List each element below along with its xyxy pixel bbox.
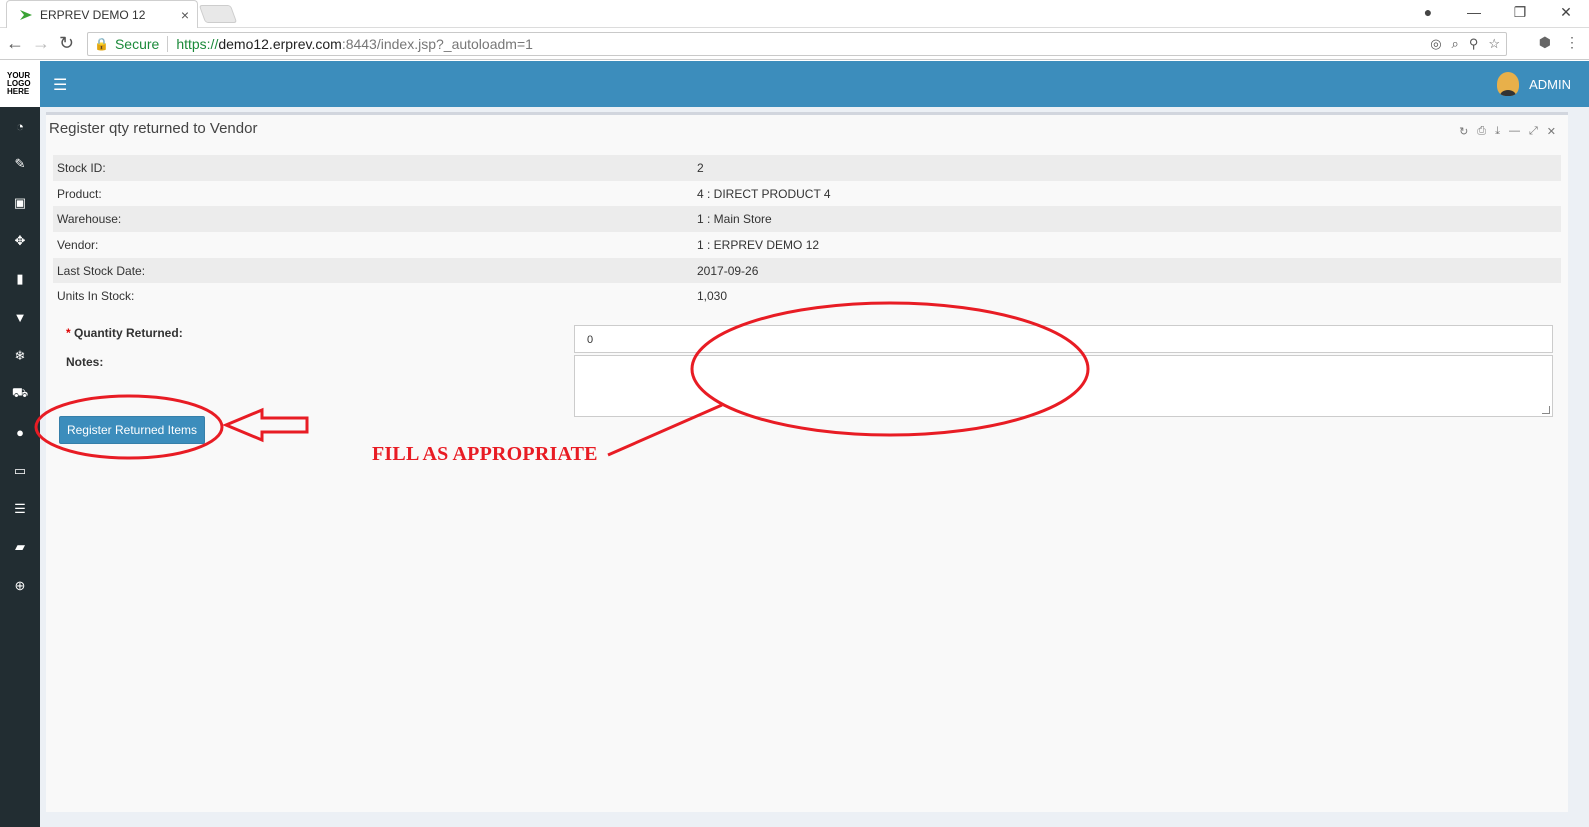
- logo[interactable]: YOUR LOGO HERE: [0, 61, 40, 107]
- register-returned-items-button[interactable]: Register Returned Items: [59, 416, 205, 444]
- stock-details-table: Stock ID: 2 Product: 4 : DIRECT PRODUCT …: [53, 155, 1561, 309]
- close-window-icon[interactable]: ✕: [1543, 4, 1589, 21]
- print-icon[interactable]: ⎙: [1477, 125, 1486, 138]
- detail-label: Stock ID:: [53, 155, 693, 181]
- lock-icon: 🔒: [94, 37, 109, 51]
- detail-label: Last Stock Date:: [53, 257, 693, 284]
- bookmark-star-icon[interactable]: ☆: [1488, 36, 1500, 52]
- sidebar: YOUR LOGO HERE ◔ ✎ ▣ ✥ ▮ ▼ ❄ ⛟ ● ▭ ☰ ▰ ⊕: [0, 61, 40, 827]
- browser-toolbar: ← → ↻ 🔒 Secure https:// demo12.erprev.co…: [0, 28, 1589, 60]
- tab-title: ERPREV DEMO 12: [40, 7, 146, 22]
- annotation-text: FILL AS APPROPRIATE: [372, 443, 598, 465]
- profile-icon[interactable]: ●: [1405, 4, 1451, 20]
- detail-label: Vendor:: [57, 237, 99, 252]
- window-controls: ● — ❐ ✕: [1405, 0, 1589, 24]
- notes-textarea[interactable]: [574, 355, 1553, 417]
- detail-label: Units In Stock:: [57, 289, 135, 304]
- main-content: Register qty returned to Vendor ↻ ⎙ ⤓ — …: [40, 107, 1589, 827]
- detail-label: Warehouse:: [53, 206, 693, 233]
- app-header: ☰ ADMIN: [40, 61, 1589, 107]
- tab-close-icon[interactable]: ×: [181, 7, 189, 23]
- snowflake-icon[interactable]: ❄: [0, 337, 40, 375]
- table-row: Warehouse: 1 : Main Store: [53, 206, 1561, 233]
- secure-label: Secure: [114, 36, 160, 52]
- detail-value: 1,030: [697, 289, 728, 304]
- detail-value: 2017-09-26: [693, 257, 1561, 284]
- panel-tools: ↻ ⎙ ⤓ — ⤢ ✕: [1459, 125, 1556, 138]
- erprev-favicon-icon: [20, 9, 32, 20]
- user-menu[interactable]: ADMIN: [1497, 72, 1571, 96]
- extension-icon[interactable]: ⚲: [1469, 36, 1479, 52]
- required-marker: *: [66, 326, 71, 340]
- download-icon[interactable]: ⤓: [1495, 125, 1500, 138]
- logo-text: YOUR LOGO HERE: [7, 71, 31, 96]
- book-icon[interactable]: ▰: [0, 528, 40, 566]
- url-path: :8443/index.jsp?_autoloadm=1: [341, 36, 533, 52]
- back-icon[interactable]: ←: [6, 33, 24, 54]
- lifebuoy-icon[interactable]: ⊕: [0, 567, 40, 605]
- tag-icon[interactable]: ✎: [0, 145, 40, 183]
- dashboard-icon[interactable]: ◔: [0, 107, 40, 145]
- table-row: Units In Stock: 1,030: [53, 283, 1561, 309]
- extension-shield-icon[interactable]: ⬢: [1539, 34, 1551, 51]
- browser-tab-strip: ERPREV DEMO 12 × ● — ❐ ✕: [0, 0, 1589, 28]
- cubes-icon[interactable]: ✥: [0, 222, 40, 260]
- form-panel: Register qty returned to Vendor ↻ ⎙ ⤓ — …: [46, 112, 1568, 812]
- detail-value: 2: [693, 155, 1561, 181]
- detail-value: 1 : Main Store: [693, 206, 1561, 233]
- minimize-panel-icon[interactable]: —: [1509, 125, 1520, 138]
- quantity-returned-label: * Quantity Returned:: [66, 326, 183, 340]
- quantity-returned-label-text: Quantity Returned:: [74, 326, 183, 340]
- table-row: Product: 4 : DIRECT PRODUCT 4: [53, 181, 1561, 207]
- table-row: Stock ID: 2: [53, 155, 1561, 181]
- database-icon[interactable]: ☰: [0, 490, 40, 528]
- reload-icon[interactable]: ↻: [59, 33, 74, 54]
- user-name: ADMIN: [1529, 76, 1571, 92]
- comment-icon[interactable]: ●: [0, 413, 40, 451]
- document-icon[interactable]: ▮: [0, 260, 40, 298]
- trash-icon[interactable]: ▼: [0, 298, 40, 336]
- forward-icon[interactable]: →: [32, 33, 50, 54]
- url-scheme: https://: [176, 36, 219, 52]
- money-icon[interactable]: ▣: [0, 184, 40, 222]
- detail-value: 1 : ERPREV DEMO 12: [697, 237, 820, 252]
- avatar: [1497, 72, 1520, 96]
- page-title: Register qty returned to Vendor: [49, 120, 258, 137]
- address-bar[interactable]: 🔒 Secure https:// demo12.erprev.com :844…: [87, 32, 1507, 56]
- url-host: demo12.erprev.com: [218, 36, 342, 52]
- table-row: Last Stock Date: 2017-09-26: [53, 257, 1561, 284]
- menu-toggle-icon[interactable]: ☰: [53, 75, 67, 95]
- refresh-icon[interactable]: ↻: [1459, 125, 1468, 138]
- omnibox-actions: ◎ ⌕ ⚲ ☆: [1430, 36, 1500, 52]
- detail-label: Product:: [57, 186, 102, 201]
- location-icon[interactable]: ◎: [1430, 36, 1441, 52]
- omnibox-divider: [167, 36, 169, 52]
- restore-icon[interactable]: ❐: [1497, 4, 1543, 21]
- expand-icon[interactable]: ⤢: [1529, 125, 1538, 138]
- notes-label: Notes:: [66, 355, 104, 369]
- browser-menu-icon[interactable]: ⋮: [1565, 34, 1579, 51]
- zoom-icon[interactable]: ⌕: [1452, 36, 1459, 52]
- browser-tab[interactable]: ERPREV DEMO 12 ×: [6, 0, 198, 28]
- browser-menu-area: ⬢ ⋮: [1539, 34, 1579, 51]
- monitor-icon[interactable]: ▭: [0, 452, 40, 490]
- table-row: Vendor: 1 : ERPREV DEMO 12: [53, 232, 1561, 258]
- resize-handle[interactable]: [1542, 406, 1550, 414]
- cart-icon[interactable]: ⛟: [0, 375, 40, 413]
- new-tab-button[interactable]: [198, 5, 238, 23]
- quantity-returned-input[interactable]: 0: [574, 325, 1553, 353]
- minimize-icon[interactable]: —: [1451, 4, 1497, 20]
- detail-value: 4 : DIRECT PRODUCT 4: [697, 186, 831, 201]
- close-panel-icon[interactable]: ✕: [1547, 125, 1556, 138]
